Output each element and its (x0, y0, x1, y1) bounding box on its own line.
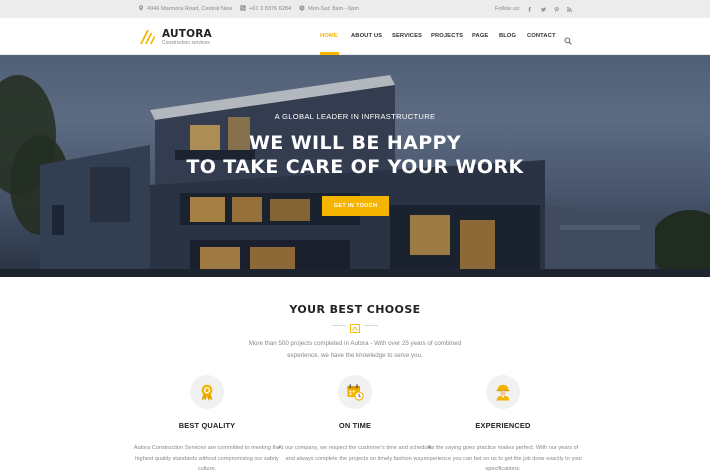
divider-left (332, 325, 346, 326)
logo-icon[interactable] (140, 29, 157, 44)
nav-page[interactable]: PAGE (472, 33, 488, 39)
divider-right (364, 325, 378, 326)
medal-icon (190, 375, 224, 409)
calendar-clock-icon (338, 375, 372, 409)
logo-name[interactable]: AUTORA (162, 28, 212, 40)
site-header: AUTORA Construction services HOME ABOUT … (0, 18, 710, 55)
section-description: More than 500 projects completed in Auto… (248, 340, 462, 359)
logo-tagline: Construction services (162, 40, 210, 46)
feature-text-quality: Autora Construction Services are committ… (133, 445, 281, 472)
nav-home[interactable]: HOME (320, 33, 338, 39)
facebook-icon[interactable] (524, 4, 534, 14)
feature-title-quality: BEST QUALITY (178, 421, 236, 430)
feature-text-on-time: At our company, we respect the customer'… (278, 445, 432, 462)
phone-text[interactable]: +61 3 8376 6284 (249, 6, 291, 12)
hours-info: Mon-Sat: 8am - 6pm (299, 4, 359, 14)
feature-title-on-time: ON TIME (338, 421, 372, 430)
nav-projects[interactable]: PROJECTS (431, 33, 463, 39)
section-title: YOUR BEST CHOOSE (289, 303, 421, 316)
phone-icon (240, 5, 246, 11)
hero-title-line1: WE WILL BE HAPPY (248, 132, 462, 154)
hero-kicker: A GLOBAL LEADER IN INFRASTRUCTURE (274, 112, 436, 121)
get-in-touch-button[interactable]: GET IN TOUCH (322, 196, 389, 216)
hero-title-line2: TO TAKE CARE OF YOUR WORK (186, 156, 524, 178)
nav-contact[interactable]: CONTACT (527, 33, 556, 39)
divider-icon (350, 320, 360, 333)
nav-services[interactable]: SERVICES (392, 33, 422, 39)
address-text: 4946 Marmora Road, Central New (147, 6, 233, 12)
search-icon[interactable] (564, 32, 572, 45)
nav-about-us[interactable]: ABOUT US (351, 33, 382, 39)
phone-info: +61 3 8376 6284 (240, 4, 291, 14)
map-pin-icon (138, 5, 144, 11)
feature-title-experienced: EXPERIENCED (475, 421, 531, 430)
rss-icon[interactable] (564, 4, 574, 14)
feature-text-experienced: As the saying goes practice makes perfec… (423, 445, 583, 472)
top-bar: 4946 Marmora Road, Central New +61 3 837… (0, 0, 710, 18)
worker-icon (486, 375, 520, 409)
follow-label: Follow us: (495, 6, 521, 12)
address-info: 4946 Marmora Road, Central New (138, 4, 232, 14)
clock-icon (299, 5, 305, 11)
twitter-icon[interactable] (538, 4, 548, 14)
hero-banner: A GLOBAL LEADER IN INFRASTRUCTURE WE WIL… (0, 55, 710, 277)
hours-text: Mon-Sat: 8am - 6pm (308, 6, 359, 12)
nav-blog[interactable]: BLOG (499, 33, 516, 39)
pinterest-icon[interactable] (551, 4, 561, 14)
